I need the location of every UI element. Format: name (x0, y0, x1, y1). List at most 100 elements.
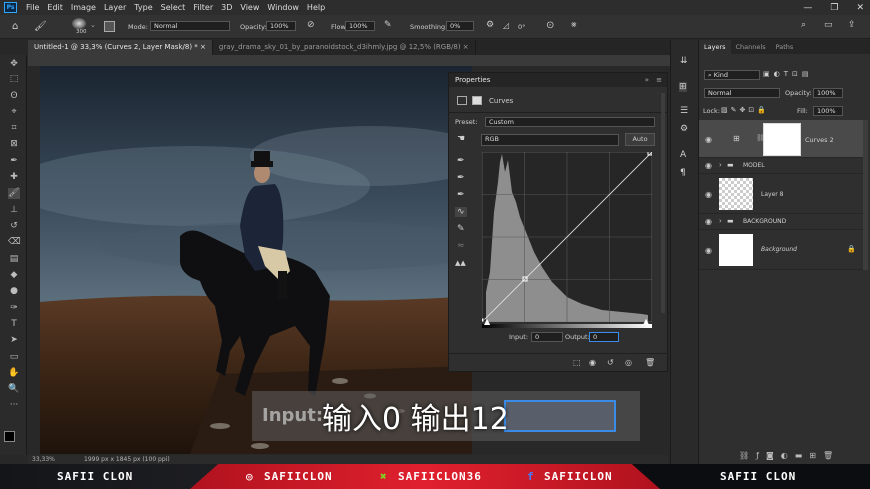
blur-tool-icon[interactable]: ◆ (8, 270, 20, 281)
curve-point-tool-icon[interactable]: ∿ (455, 207, 467, 217)
pencil-draw-icon[interactable]: ✎ (457, 224, 465, 234)
menu-filter[interactable]: Filter (189, 3, 217, 12)
more-tools-icon[interactable]: ··· (8, 400, 20, 411)
close-icon[interactable]: × (200, 43, 206, 51)
layer-name[interactable]: Layer 8 (761, 191, 783, 198)
auto-button[interactable]: Auto (625, 133, 655, 146)
collapse-icon[interactable]: » (645, 73, 649, 87)
mode-select[interactable]: Normal (150, 21, 230, 31)
filter-kind-select[interactable]: ⌕ Kind (704, 70, 760, 80)
menu-file[interactable]: File (22, 3, 43, 12)
output-field[interactable]: 0 (589, 332, 619, 342)
workspace-icon[interactable]: ▭ (824, 20, 833, 30)
menu-view[interactable]: View (236, 3, 263, 12)
quick-select-tool-icon[interactable]: ⌖ (8, 107, 20, 118)
crop-tool-icon[interactable]: ⌗ (8, 123, 20, 134)
character-panel-icon[interactable]: A (680, 150, 686, 160)
blend-mode-select[interactable]: Normal (704, 88, 780, 98)
brush-tool-icon[interactable]: 🖌 (34, 21, 47, 32)
curves-graph[interactable] (482, 152, 652, 322)
brush-preview-icon[interactable] (72, 18, 86, 29)
input-field[interactable]: 0 (531, 332, 563, 342)
layer-mask-icon[interactable] (472, 96, 482, 105)
filter-type-icons[interactable]: ▣◐T⊡▤ (763, 70, 812, 78)
search-icon[interactable]: ⌕ (801, 20, 806, 30)
layer-thumbnail[interactable] (719, 234, 753, 266)
new-group-icon[interactable]: ▬ (795, 451, 810, 460)
white-point-eyedropper-icon[interactable]: ✒ (457, 190, 465, 200)
layer-mask-thumbnail[interactable] (763, 123, 801, 156)
fill-input[interactable]: 100% (813, 106, 843, 116)
layer-row-model[interactable]: ◉ › ▬ MODEL (699, 158, 867, 174)
link-layers-icon[interactable]: ⛓ (739, 451, 756, 460)
zoom-tool-icon[interactable]: 🔍 (8, 384, 20, 395)
gradient-tool-icon[interactable]: ▤ (8, 254, 20, 265)
menu-3d[interactable]: 3D (217, 3, 236, 12)
smoothing-input[interactable]: 0% (446, 21, 474, 31)
menu-layer[interactable]: Layer (100, 3, 130, 12)
pressure-size-icon[interactable]: ⊙ (546, 20, 554, 31)
new-layer-icon[interactable]: ⊞ (809, 451, 823, 460)
close-button[interactable]: ✕ (856, 3, 864, 13)
move-tool-icon[interactable]: ✥ (8, 59, 20, 70)
add-mask-icon[interactable]: ◙ (766, 451, 781, 460)
layer-style-icon[interactable]: ƒ (756, 451, 766, 460)
properties-scrollbar[interactable] (661, 93, 665, 313)
eye-icon[interactable]: ◉ (705, 135, 712, 144)
hand-tool-icon[interactable]: ✋ (8, 368, 20, 379)
visibility-toggle-icon[interactable]: ◎ (625, 358, 632, 367)
reset-icon[interactable]: ↺ (607, 358, 614, 367)
eye-icon[interactable]: ◉ (705, 246, 712, 255)
layer-opacity-input[interactable]: 100% (813, 88, 843, 98)
layer-thumbnail[interactable] (719, 178, 753, 210)
flow-input[interactable]: 100% (345, 21, 375, 31)
menu-select[interactable]: Select (157, 3, 190, 12)
new-adjustment-icon[interactable]: ◐ (781, 451, 795, 460)
pen-tool-icon[interactable]: ✑ (8, 303, 20, 314)
paragraph-panel-icon[interactable]: ¶ (680, 168, 686, 178)
history-brush-tool-icon[interactable]: ↺ (8, 221, 20, 232)
brush-settings-icon[interactable] (104, 21, 115, 32)
lock-icons[interactable]: ▨✎✥⊡🔒 (721, 106, 769, 114)
layer-name[interactable]: BACKGROUND (743, 218, 786, 225)
layer-row-background-group[interactable]: ◉ › ▬ BACKGROUND (699, 214, 867, 230)
airbrush-icon[interactable]: ✎ (384, 20, 392, 30)
expand-icon[interactable]: › (719, 217, 722, 225)
opacity-input[interactable]: 100% (266, 21, 296, 31)
delete-layer-icon[interactable]: 🗑 (823, 451, 840, 460)
marquee-tool-icon[interactable]: ⬚ (8, 74, 20, 85)
properties-panel-icon[interactable]: ⊞ (679, 82, 687, 92)
layer-name[interactable]: MODEL (743, 162, 765, 169)
menu-help[interactable]: Help (303, 3, 329, 12)
tab-untitled-1[interactable]: Untitled-1 @ 33,3% (Curves 2, Layer Mask… (28, 40, 213, 55)
brush-dropdown-icon[interactable]: ⌄ (90, 21, 96, 29)
layer-name[interactable]: Curves 2 (805, 136, 834, 144)
swatches-panel-icon[interactable]: ⚙ (680, 124, 688, 134)
eye-icon[interactable]: ◉ (705, 190, 712, 199)
menu-edit[interactable]: Edit (43, 3, 67, 12)
layer-row-layer-8[interactable]: ◉ Layer 8 (699, 174, 867, 214)
foreground-color-swatch[interactable] (4, 431, 15, 442)
eyedropper-tool-icon[interactable]: ✒ (8, 156, 20, 167)
clipping-warning-icon[interactable]: ▲▲ (455, 259, 466, 267)
view-previous-icon[interactable]: ◉ (589, 358, 596, 367)
layer-row-curves-2[interactable]: ◉ ⊞ ⛓ Curves 2 (699, 120, 867, 158)
smooth-curve-icon[interactable]: ≈ (457, 241, 465, 251)
history-panel-icon[interactable]: ⇊ (680, 56, 688, 66)
layers-scrollbar[interactable] (863, 120, 868, 270)
smoothing-settings-icon[interactable]: ⚙ (486, 20, 494, 30)
tab-layers[interactable]: Layers (699, 40, 731, 54)
photoshop-logo-icon[interactable]: Ps (4, 2, 17, 13)
clip-to-layer-icon[interactable]: ⬚ (573, 358, 581, 367)
lasso-tool-icon[interactable]: ʘ (8, 91, 20, 102)
type-tool-icon[interactable]: T (8, 319, 20, 330)
maximize-button[interactable]: ❐ (830, 3, 838, 13)
pressure-opacity-icon[interactable]: ⊘ (307, 20, 315, 30)
expand-icon[interactable]: › (719, 161, 722, 169)
minimize-button[interactable]: — (803, 3, 812, 13)
dodge-tool-icon[interactable]: ● (8, 286, 20, 297)
delete-adjustment-icon[interactable]: 🗑 (645, 358, 655, 367)
menu-window[interactable]: Window (263, 3, 303, 12)
zoom-level[interactable]: 33,33% (32, 456, 55, 463)
preset-select[interactable]: Custom (485, 117, 655, 127)
